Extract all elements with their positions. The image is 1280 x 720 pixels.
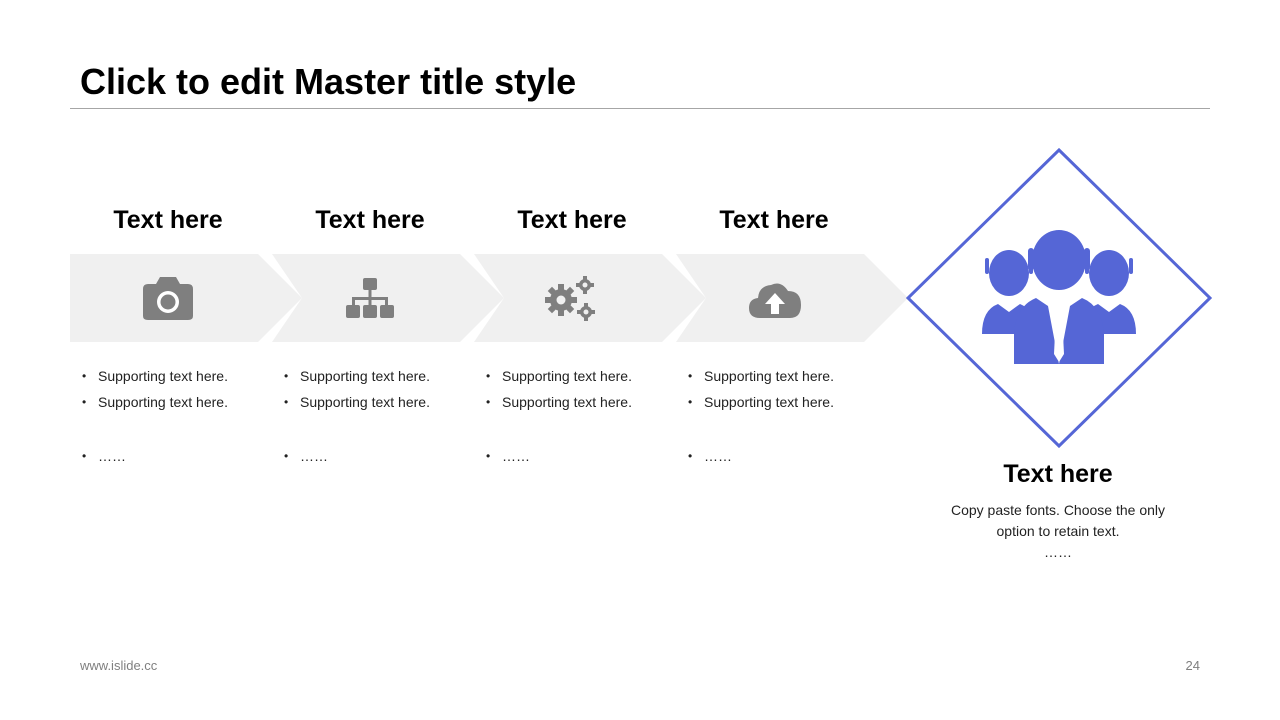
step-1-heading[interactable]: Text here bbox=[68, 204, 268, 236]
step-2-heading[interactable]: Text here bbox=[270, 204, 470, 236]
bullet-item[interactable]: Supporting text here. bbox=[284, 363, 472, 389]
team-icon bbox=[978, 230, 1140, 364]
final-description-line: option to retain text. bbox=[996, 523, 1120, 539]
bullet-item[interactable]: Supporting text here. bbox=[486, 363, 674, 389]
bullet-item[interactable]: Supporting text here. bbox=[82, 363, 270, 389]
final-heading[interactable]: Text here bbox=[918, 458, 1198, 490]
page-number: 24 bbox=[1185, 658, 1200, 673]
step-2-bullets: Supporting text here. Supporting text he… bbox=[282, 363, 472, 469]
step-4-heading[interactable]: Text here bbox=[674, 204, 874, 236]
step-4-bullets: Supporting text here. Supporting text he… bbox=[686, 363, 876, 469]
hierarchy-icon bbox=[344, 274, 396, 324]
cloud-upload-icon bbox=[746, 274, 801, 324]
bullet-item[interactable]: …… bbox=[688, 443, 876, 469]
bullet-item[interactable]: …… bbox=[486, 443, 674, 469]
bullet-item[interactable]: Supporting text here. bbox=[688, 389, 876, 415]
title-divider bbox=[70, 108, 1210, 109]
gears-icon bbox=[544, 274, 596, 324]
step-3-bullets: Supporting text here. Supporting text he… bbox=[484, 363, 674, 469]
camera-icon bbox=[142, 274, 194, 324]
bullet-item[interactable]: Supporting text here. bbox=[284, 389, 472, 415]
final-description[interactable]: Copy paste fonts. Choose the only option… bbox=[938, 500, 1178, 563]
slide-title[interactable]: Click to edit Master title style bbox=[80, 60, 576, 104]
bullet-item[interactable]: …… bbox=[82, 443, 270, 469]
bullet-item[interactable]: Supporting text here. bbox=[82, 389, 270, 415]
footer-url: www.islide.cc bbox=[80, 658, 158, 673]
final-description-line: Copy paste fonts. Choose the only bbox=[950, 502, 1166, 518]
bullet-item[interactable]: Supporting text here. bbox=[688, 363, 876, 389]
bullet-item[interactable]: …… bbox=[284, 443, 472, 469]
bullet-item[interactable]: Supporting text here. bbox=[486, 389, 674, 415]
step-1-bullets: Supporting text here. Supporting text he… bbox=[80, 363, 270, 469]
step-3-heading[interactable]: Text here bbox=[472, 204, 672, 236]
final-description-line: …… bbox=[1044, 544, 1072, 560]
